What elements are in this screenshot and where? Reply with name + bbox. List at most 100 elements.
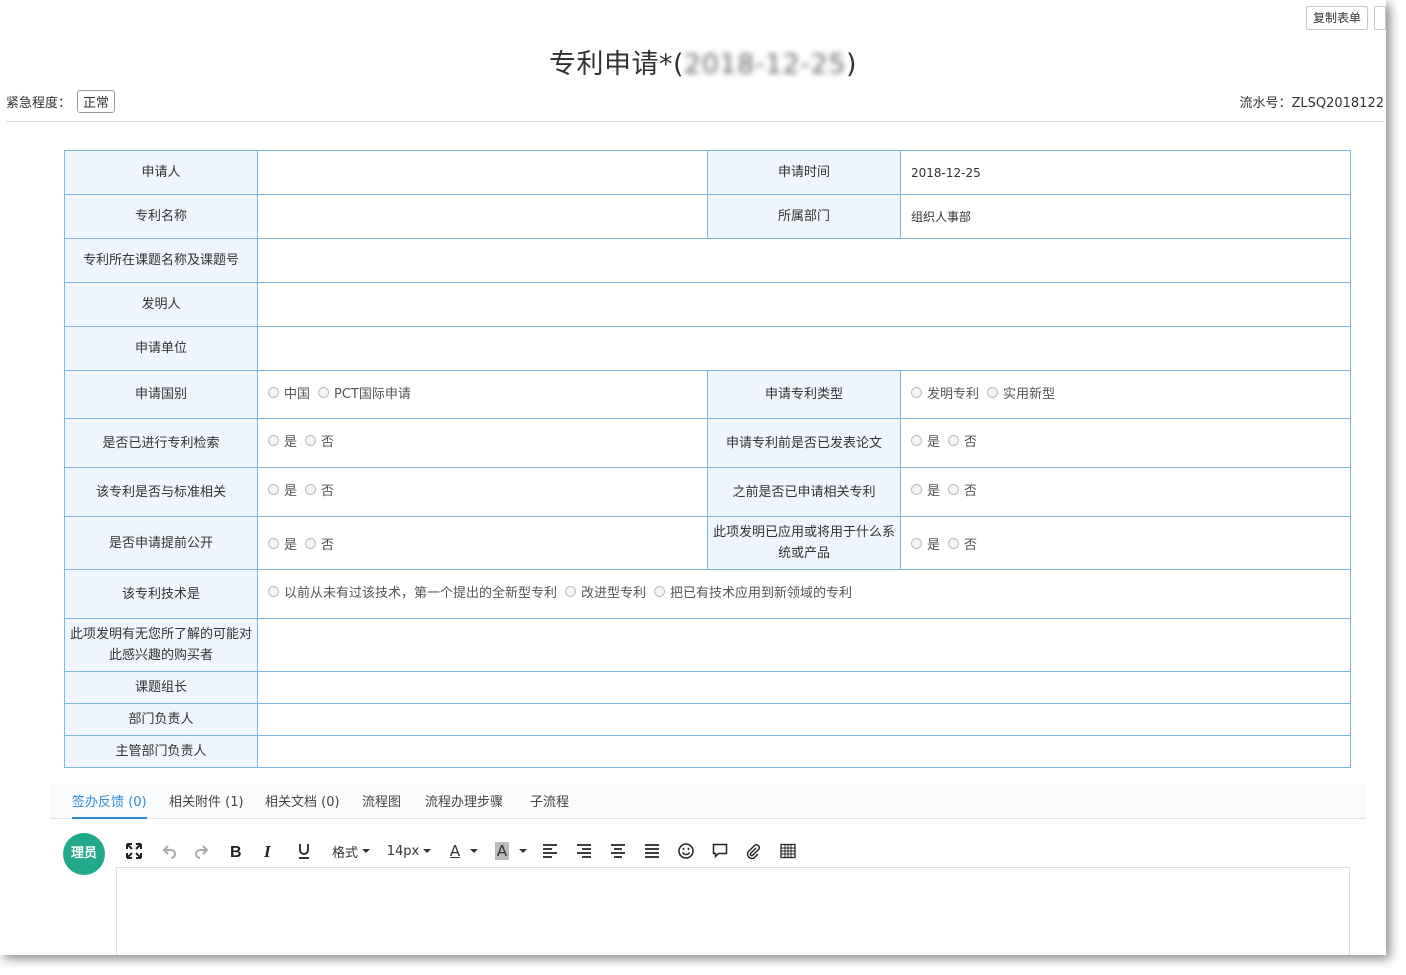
supervisor-field[interactable] bbox=[257, 735, 1351, 768]
radio-circle[interactable] bbox=[268, 537, 279, 549]
align-center-icon[interactable] bbox=[607, 838, 629, 864]
tab-steps[interactable]: 流程办理步骤 bbox=[425, 784, 503, 819]
radio-circle[interactable] bbox=[654, 586, 666, 597]
paper-yes-radio[interactable]: 是 bbox=[911, 431, 940, 450]
emoji-icon[interactable] bbox=[675, 838, 697, 864]
row-supervisor: 主管部门负责人 bbox=[64, 735, 1351, 768]
comment-icon[interactable] bbox=[709, 838, 731, 864]
title-date: 2018-12-25 bbox=[684, 49, 846, 80]
group-leader-field[interactable] bbox=[257, 671, 1351, 704]
tech-improved-radio[interactable]: 改进型专利 bbox=[565, 582, 646, 601]
patent-type-utility-radio[interactable]: 实用新型 bbox=[987, 383, 1055, 402]
align-justify-icon[interactable] bbox=[641, 838, 663, 864]
row-country: 申请国别 中国 PCT国际申请 申请专利类型 发明专利 实用新型 bbox=[64, 370, 1351, 419]
related-options: 是 否 bbox=[900, 467, 1351, 517]
radio-circle[interactable] bbox=[268, 435, 279, 446]
fullscreen-icon[interactable] bbox=[123, 838, 145, 864]
tab-attachments[interactable]: 相关附件 (1) bbox=[169, 784, 244, 819]
italic-icon[interactable]: I bbox=[258, 838, 280, 864]
app-window: 复制表单 专利申请*(2018-12-25) 紧急程度： 正常 流水号：ZLSQ… bbox=[0, 0, 1386, 955]
radio-circle[interactable] bbox=[911, 484, 922, 495]
project-field[interactable] bbox=[257, 238, 1351, 283]
applied-system-no-radio[interactable]: 否 bbox=[948, 534, 977, 553]
searched-no-radio[interactable]: 否 bbox=[305, 431, 334, 450]
related-no-radio[interactable]: 否 bbox=[948, 480, 977, 499]
standard-no-radio[interactable]: 否 bbox=[305, 480, 334, 499]
row-project: 专利所在课题名称及课题号 bbox=[64, 238, 1351, 283]
applied-system-yes-radio[interactable]: 是 bbox=[911, 534, 940, 553]
underline-icon[interactable] bbox=[293, 838, 315, 864]
radio-circle[interactable] bbox=[305, 435, 317, 446]
searched-options: 是 否 bbox=[257, 418, 708, 468]
early-public-yes-radio[interactable]: 是 bbox=[268, 534, 297, 553]
patent-type-label: 申请专利类型 bbox=[707, 370, 901, 419]
radio-circle[interactable] bbox=[948, 484, 960, 495]
radio-circle[interactable] bbox=[268, 586, 279, 597]
radio-label: 否 bbox=[964, 537, 978, 553]
tab-feedback[interactable]: 签办反馈 (0) bbox=[72, 784, 147, 819]
radio-label: 是 bbox=[927, 435, 941, 450]
radio-circle[interactable] bbox=[987, 387, 999, 398]
radio-circle[interactable] bbox=[911, 435, 922, 446]
radio-circle[interactable] bbox=[318, 387, 330, 398]
radio-label: 发明专利 bbox=[927, 387, 980, 402]
tech-new-field-radio[interactable]: 把已有技术应用到新领域的专利 bbox=[654, 582, 852, 601]
table-icon[interactable] bbox=[777, 838, 799, 864]
radio-circle[interactable] bbox=[948, 537, 960, 549]
related-label: 之前是否已申请相关专利 bbox=[707, 467, 901, 517]
country-options: 中国 PCT国际申请 bbox=[257, 370, 708, 419]
top-actions: 复制表单 bbox=[1305, 6, 1386, 30]
font-size-dropdown[interactable]: 14px bbox=[387, 838, 432, 864]
title-suffix: ) bbox=[845, 49, 857, 80]
bg-color-dropdown[interactable]: A bbox=[492, 838, 530, 864]
radio-label: 否 bbox=[964, 435, 978, 450]
dept-head-field[interactable] bbox=[257, 703, 1351, 736]
tech-new-radio[interactable]: 以前从未有过该技术，第一个提出的全新型专利 bbox=[268, 582, 557, 601]
redo-icon[interactable] bbox=[191, 838, 213, 864]
standard-yes-radio[interactable]: 是 bbox=[268, 480, 297, 499]
buyer-field[interactable] bbox=[257, 618, 1351, 672]
patent-name-field[interactable] bbox=[257, 194, 708, 239]
country-pct-radio[interactable]: PCT国际申请 bbox=[318, 383, 411, 402]
undo-icon[interactable] bbox=[158, 838, 180, 864]
font-color-dropdown[interactable]: A bbox=[445, 838, 483, 864]
radio-circle[interactable] bbox=[565, 586, 577, 597]
patent-type-invention-radio[interactable]: 发明专利 bbox=[911, 383, 979, 402]
font-color-icon: A bbox=[449, 842, 461, 860]
copy-form-button[interactable]: 复制表单 bbox=[1305, 6, 1368, 30]
radio-circle[interactable] bbox=[911, 537, 922, 549]
bold-icon[interactable]: B bbox=[225, 838, 247, 864]
radio-circle[interactable] bbox=[911, 387, 922, 398]
format-dropdown[interactable]: 格式 bbox=[329, 838, 373, 864]
inventor-field[interactable] bbox=[257, 282, 1351, 327]
department-label: 所属部门 bbox=[707, 194, 901, 239]
early-public-label: 是否申请提前公开 bbox=[64, 516, 258, 570]
tab-subflow[interactable]: 子流程 bbox=[530, 784, 569, 819]
radio-label: 是 bbox=[284, 484, 298, 499]
paper-options: 是 否 bbox=[900, 418, 1351, 468]
radio-circle[interactable] bbox=[305, 484, 317, 495]
attachment-icon[interactable] bbox=[742, 838, 764, 864]
radio-circle[interactable] bbox=[268, 484, 279, 495]
bg-color-icon: A bbox=[494, 842, 510, 860]
tab-documents[interactable]: 相关文档 (0) bbox=[265, 784, 340, 819]
radio-circle[interactable] bbox=[305, 537, 317, 549]
paper-no-radio[interactable]: 否 bbox=[948, 431, 977, 450]
extra-action-button[interactable] bbox=[1374, 6, 1386, 30]
row-applicant: 申请人 申请时间 2018-12-25 bbox=[64, 150, 1351, 195]
apply-unit-field[interactable] bbox=[257, 326, 1351, 371]
group-leader-label: 课题组长 bbox=[64, 671, 258, 704]
radio-circle[interactable] bbox=[268, 387, 279, 398]
country-china-radio[interactable]: 中国 bbox=[268, 383, 310, 402]
tab-flowchart[interactable]: 流程图 bbox=[362, 784, 401, 819]
radio-label: 以前从未有过该技术，第一个提出的全新型专利 bbox=[284, 586, 558, 601]
feedback-editor[interactable] bbox=[116, 867, 1350, 955]
align-right-icon[interactable] bbox=[573, 838, 595, 864]
radio-label: 否 bbox=[321, 484, 335, 499]
related-yes-radio[interactable]: 是 bbox=[911, 480, 940, 499]
early-public-no-radio[interactable]: 否 bbox=[305, 534, 334, 553]
searched-yes-radio[interactable]: 是 bbox=[268, 431, 297, 450]
avatar: 理员 bbox=[63, 833, 105, 875]
radio-circle[interactable] bbox=[948, 435, 960, 446]
align-left-icon[interactable] bbox=[539, 838, 561, 864]
